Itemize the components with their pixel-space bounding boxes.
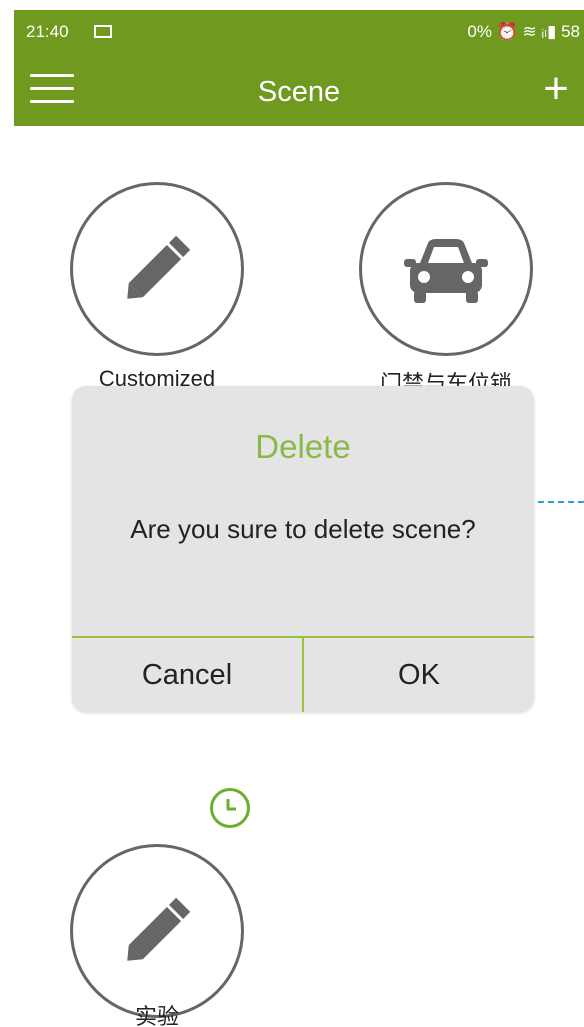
pencil-icon <box>127 897 191 961</box>
page-title: Scene <box>257 76 341 108</box>
add-scene-button[interactable]: + <box>538 64 574 114</box>
car-icon <box>404 239 488 303</box>
delete-dialog: Delete Are you sure to delete scene? Can… <box>72 386 534 712</box>
scene-experiment[interactable] <box>70 844 244 1018</box>
app-bar: Scene + <box>14 54 584 126</box>
dialog-message: Are you sure to delete scene? <box>130 514 476 544</box>
dialog-title: Delete <box>255 428 351 465</box>
pencil-icon <box>127 235 191 299</box>
scene-label-experiment: 实验 <box>134 1004 179 1027</box>
phone-screen: 21:40 0% ⏰ ≋ ᵢₗ▮ 58 Scene + Customized 门… <box>14 10 584 1027</box>
status-indicators: 0% ⏰ ≋ ᵢₗ▮ 58 <box>467 22 580 41</box>
status-bar: 21:40 0% ⏰ ≋ ᵢₗ▮ 58 <box>14 10 584 54</box>
timer-badge-icon <box>210 788 250 828</box>
ok-button[interactable]: OK <box>304 638 534 712</box>
cancel-button[interactable]: Cancel <box>72 638 302 712</box>
image-icon <box>94 25 112 38</box>
scene-gate-parking[interactable] <box>359 182 533 356</box>
scene-customized[interactable] <box>70 182 244 356</box>
status-time: 21:40 <box>26 22 69 41</box>
